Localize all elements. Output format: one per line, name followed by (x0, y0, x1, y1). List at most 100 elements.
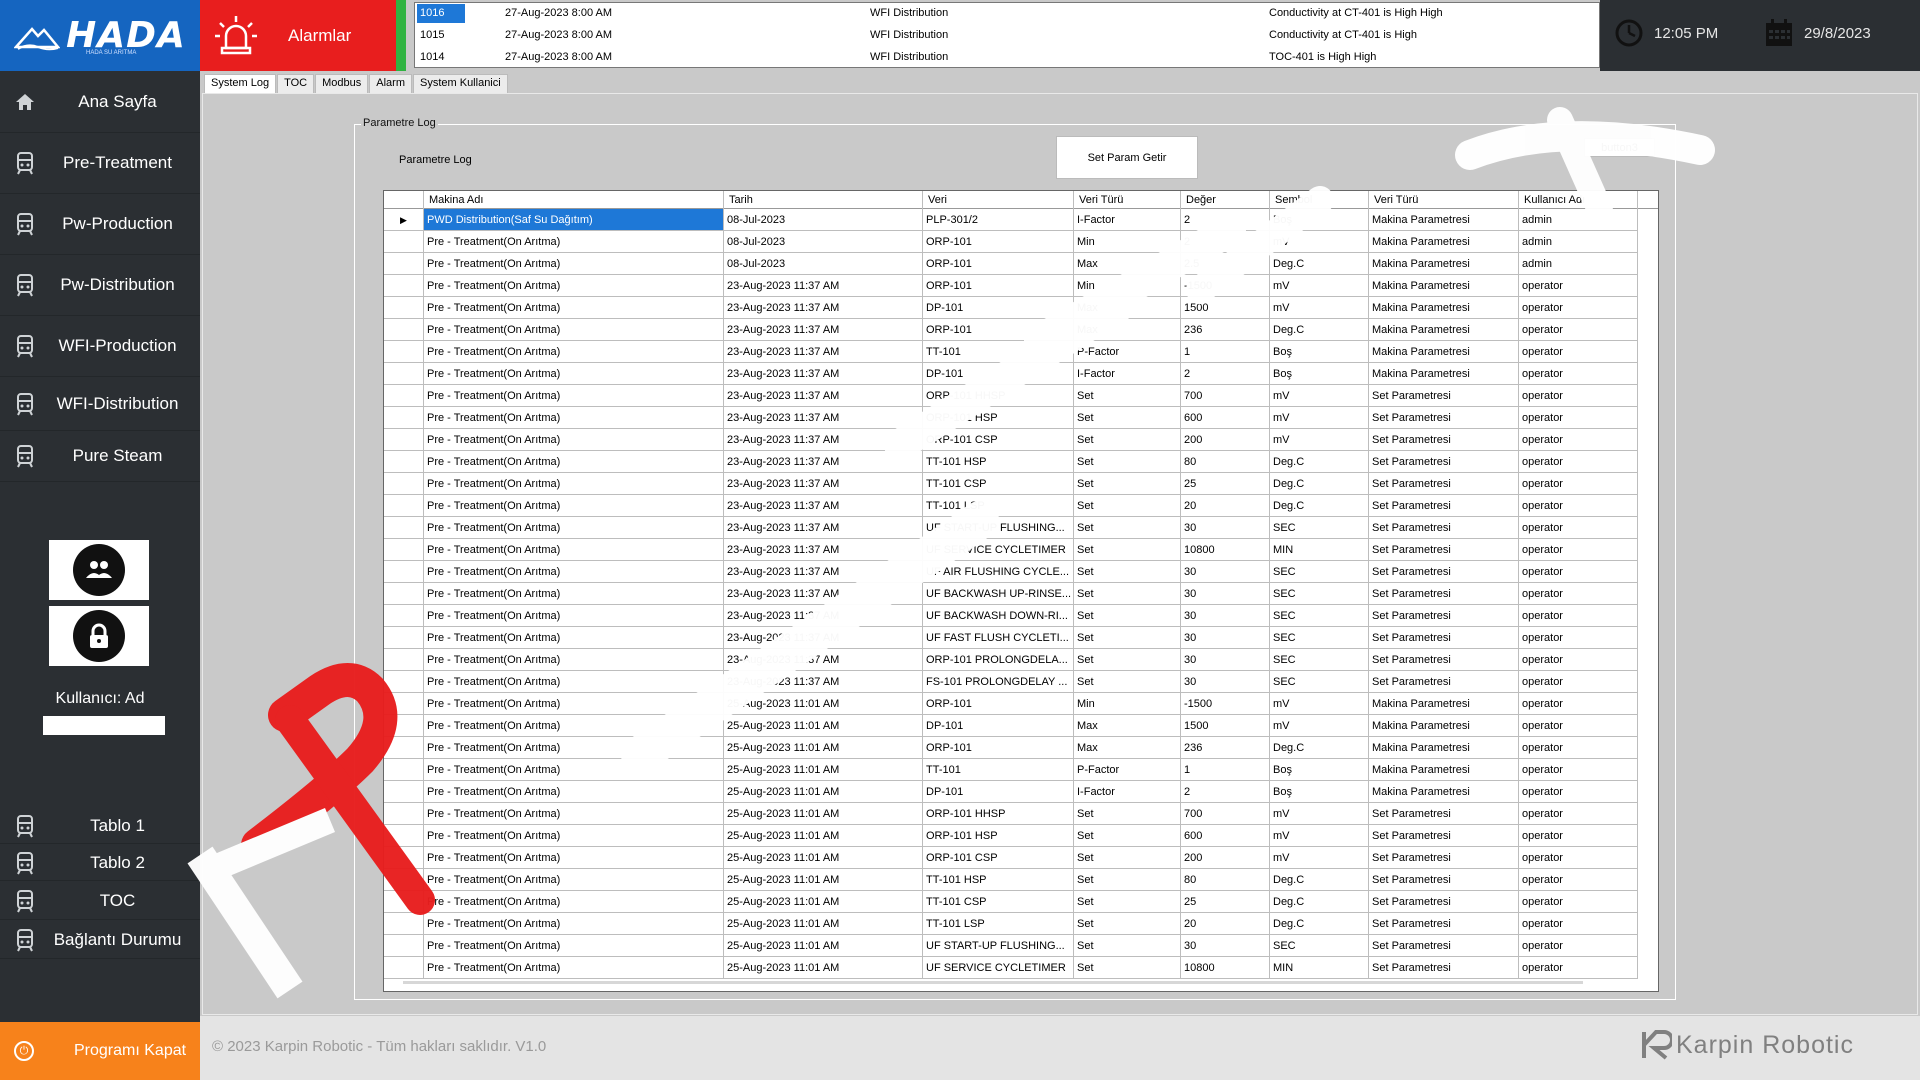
sidebar-item-toc[interactable]: TOC (0, 883, 200, 920)
row-header[interactable] (384, 825, 424, 847)
table-cell[interactable]: Set (1074, 583, 1181, 605)
table-cell[interactable]: Pre - Treatment(On Arıtma) (424, 385, 724, 407)
table-cell[interactable]: operator (1519, 517, 1638, 539)
table-cell[interactable]: Makina Parametresi (1369, 209, 1519, 231)
table-cell[interactable]: 23-Aug-2023 11:37 AM (724, 561, 923, 583)
table-cell[interactable]: operator (1519, 275, 1638, 297)
table-cell[interactable]: Boş (1270, 341, 1369, 363)
table-cell[interactable]: Set Parametresi (1369, 429, 1519, 451)
table-cell[interactable]: Max (1074, 715, 1181, 737)
table-cell[interactable]: SEC (1270, 561, 1369, 583)
table-cell[interactable]: operator (1519, 693, 1638, 715)
table-cell[interactable]: MIN (1270, 957, 1369, 979)
table-cell[interactable]: Min (1074, 693, 1181, 715)
table-cell[interactable]: Pre - Treatment(On Arıtma) (424, 231, 724, 253)
table-cell[interactable]: 08-Jul-2023 (724, 209, 923, 231)
table-cell[interactable]: 2 (1181, 231, 1270, 253)
table-cell[interactable]: operator (1519, 957, 1638, 979)
table-cell[interactable]: Max (1074, 319, 1181, 341)
table-cell[interactable]: ORP-101 (923, 275, 1074, 297)
row-header[interactable] (384, 869, 424, 891)
current-row-indicator[interactable]: ▶ (384, 209, 424, 231)
sidebar-item-tablo-2[interactable]: Tablo 2 (0, 845, 200, 881)
table-cell[interactable]: ORP-101 (923, 737, 1074, 759)
exit-button[interactable]: ⏻ Programı Kapat (0, 1022, 200, 1080)
table-cell[interactable]: 08-Jul-2023 (724, 231, 923, 253)
table-cell[interactable]: DP-101 (923, 715, 1074, 737)
table-cell[interactable]: 23-Aug-2023 11:37 AM (724, 495, 923, 517)
row-header[interactable] (384, 693, 424, 715)
table-cell[interactable]: 700 (1181, 385, 1270, 407)
table-cell[interactable]: Set Parametresi (1369, 869, 1519, 891)
table-cell[interactable]: 30 (1181, 935, 1270, 957)
table-cell[interactable]: Set Parametresi (1369, 649, 1519, 671)
table-cell[interactable]: Set Parametresi (1369, 825, 1519, 847)
table-cell[interactable]: PLP-301/2 (923, 209, 1074, 231)
table-cell[interactable]: 23-Aug-2023 11:37 AM (724, 605, 923, 627)
table-cell[interactable]: 200 (1181, 429, 1270, 451)
table-cell[interactable]: 23-Aug-2023 11:37 AM (724, 627, 923, 649)
table-cell[interactable]: Pre - Treatment(On Arıtma) (424, 539, 724, 561)
table-cell[interactable]: Set (1074, 385, 1181, 407)
table-cell[interactable]: operator (1519, 385, 1638, 407)
table-cell[interactable]: 30 (1181, 561, 1270, 583)
table-cell[interactable]: Deg.C (1270, 737, 1369, 759)
table-cell[interactable]: 25-Aug-2023 11:01 AM (724, 935, 923, 957)
table-cell[interactable]: Makina Parametresi (1369, 759, 1519, 781)
table-cell[interactable]: Pre - Treatment(On Arıtma) (424, 693, 724, 715)
table-cell[interactable]: 23-Aug-2023 11:37 AM (724, 671, 923, 693)
row-header[interactable] (384, 495, 424, 517)
table-cell[interactable]: 700 (1181, 803, 1270, 825)
table-cell[interactable]: ORP-101 HSP (923, 407, 1074, 429)
table-cell[interactable]: Set (1074, 627, 1181, 649)
table-cell[interactable]: Set Parametresi (1369, 605, 1519, 627)
table-cell[interactable]: SEC (1270, 517, 1369, 539)
table-cell[interactable]: DP-101 (923, 781, 1074, 803)
table-cell[interactable]: Pre - Treatment(On Arıtma) (424, 473, 724, 495)
table-cell[interactable]: UF SERVICE CYCLETIMER (923, 957, 1074, 979)
column-header[interactable]: Veri (923, 191, 1074, 209)
tab-system-kullanici[interactable]: System Kullanici (413, 74, 508, 94)
table-cell[interactable]: operator (1519, 297, 1638, 319)
alarm-row[interactable]: 1014 27-Aug-2023 8:00 AM WFI Distribution T… (415, 47, 1599, 67)
table-cell[interactable]: P-Factor (1074, 759, 1181, 781)
sidebar-item-pw-distribution[interactable]: Pw-Distribution (0, 255, 200, 316)
table-cell[interactable]: 25-Aug-2023 11:01 AM (724, 825, 923, 847)
sidebar-item-wfi-distribution[interactable]: WFI-Distribution (0, 377, 200, 431)
table-cell[interactable]: Pre - Treatment(On Arıtma) (424, 891, 724, 913)
table-cell[interactable]: 23-Aug-2023 11:37 AM (724, 341, 923, 363)
lock-button[interactable] (49, 606, 149, 666)
column-header[interactable]: Makina Adı (424, 191, 724, 209)
table-cell[interactable]: Set Parametresi (1369, 473, 1519, 495)
table-cell[interactable]: 23-Aug-2023 11:37 AM (724, 363, 923, 385)
row-header[interactable] (384, 649, 424, 671)
table-cell[interactable]: 23-Aug-2023 11:37 AM (724, 451, 923, 473)
table-cell[interactable]: 236 (1181, 319, 1270, 341)
table-cell[interactable]: 2 (1181, 363, 1270, 385)
table-cell[interactable]: 23-Aug-2023 11:37 AM (724, 319, 923, 341)
table-cell[interactable]: MIN (1270, 539, 1369, 561)
table-cell[interactable]: Set Parametresi (1369, 847, 1519, 869)
row-header[interactable] (384, 539, 424, 561)
table-cell[interactable]: Set Parametresi (1369, 803, 1519, 825)
table-cell[interactable]: operator (1519, 671, 1638, 693)
column-header[interactable]: Değer (1181, 191, 1270, 209)
table-cell[interactable]: operator (1519, 759, 1638, 781)
table-cell[interactable]: 25-Aug-2023 11:01 AM (724, 913, 923, 935)
table-cell[interactable]: Max (1074, 253, 1181, 275)
table-cell[interactable]: operator (1519, 825, 1638, 847)
table-cell[interactable]: 23-Aug-2023 11:37 AM (724, 473, 923, 495)
row-header[interactable] (384, 935, 424, 957)
table-cell[interactable]: Set (1074, 517, 1181, 539)
table-cell[interactable]: Makina Parametresi (1369, 319, 1519, 341)
table-cell[interactable]: 1500 (1181, 297, 1270, 319)
table-cell[interactable]: Makina Parametresi (1369, 715, 1519, 737)
table-cell[interactable]: Pre - Treatment(On Arıtma) (424, 407, 724, 429)
table-cell[interactable]: Set (1074, 803, 1181, 825)
table-cell[interactable]: mV (1270, 385, 1369, 407)
table-cell[interactable]: SEC (1270, 583, 1369, 605)
table-cell[interactable]: Pre - Treatment(On Arıtma) (424, 759, 724, 781)
table-cell[interactable]: Makina Parametresi (1369, 341, 1519, 363)
table-cell[interactable]: Pre - Treatment(On Arıtma) (424, 319, 724, 341)
table-cell[interactable]: Pre - Treatment(On Arıtma) (424, 451, 724, 473)
